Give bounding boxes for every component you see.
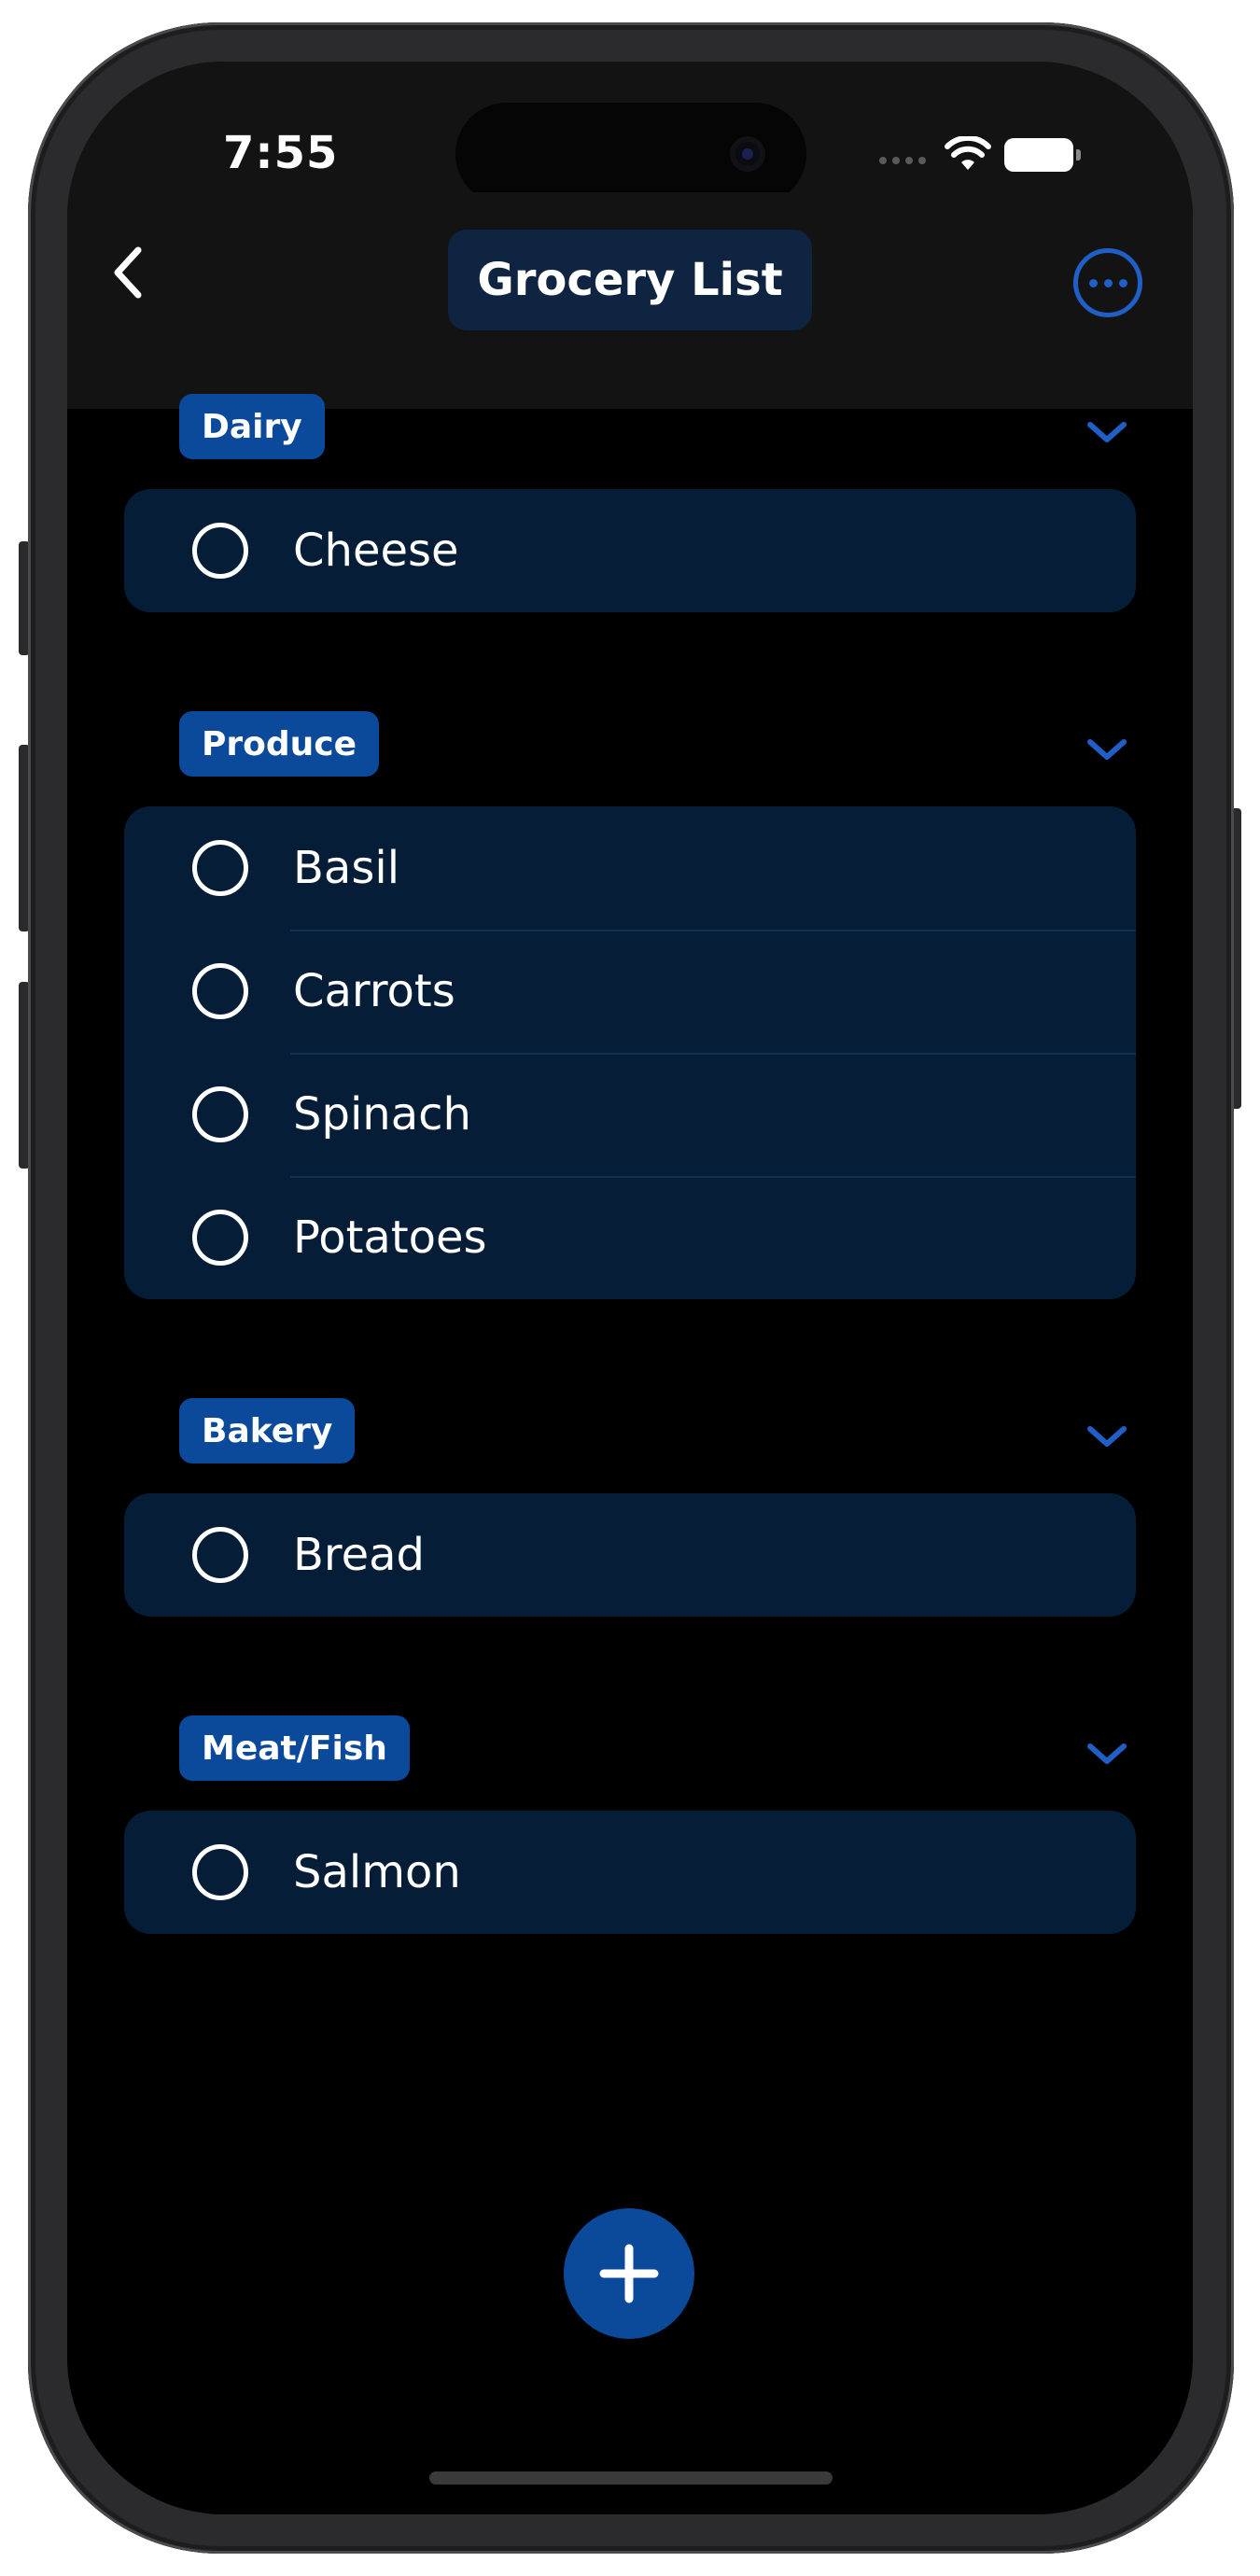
back-button[interactable] [82, 226, 175, 319]
checkbox-circle[interactable] [192, 1527, 248, 1583]
checkbox-circle[interactable] [192, 963, 248, 1019]
section-card-bakery: Bread [124, 1493, 1136, 1617]
front-camera-icon [730, 136, 765, 172]
item-label: Bread [293, 1529, 426, 1581]
ellipsis-dot [1103, 278, 1113, 287]
section-collapse-button[interactable] [1079, 1413, 1135, 1460]
ellipsis-dot [1088, 278, 1098, 287]
status-bar: 7:55 [67, 62, 1193, 205]
list-item[interactable]: Cheese [124, 489, 1136, 612]
plus-icon [599, 2244, 659, 2303]
chevron-left-icon [114, 246, 142, 299]
dynamic-island [455, 103, 806, 205]
list-item[interactable]: Bread [124, 1493, 1136, 1617]
section-tag-meat-fish[interactable]: Meat/Fish [179, 1715, 410, 1781]
section-tag-produce[interactable]: Produce [179, 711, 380, 777]
status-time: 7:55 [223, 127, 339, 179]
list-item[interactable]: Salmon [124, 1811, 1136, 1934]
home-indicator[interactable] [429, 2471, 833, 2485]
section-collapse-button[interactable] [1079, 1730, 1135, 1777]
list-item[interactable]: Basil [124, 806, 1136, 930]
chevron-down-icon [1087, 1743, 1127, 1764]
section-collapse-button[interactable] [1079, 726, 1135, 773]
section-header-dairy: Dairy [179, 394, 1135, 459]
item-label: Potatoes [293, 1211, 487, 1264]
list-item[interactable]: Spinach [124, 1053, 1136, 1176]
chevron-down-icon [1087, 739, 1127, 760]
section-header-bakery: Bakery [179, 1398, 1135, 1463]
cellular-dots-icon [879, 157, 926, 164]
page-title: Grocery List [477, 254, 783, 306]
section-card-produce: Basil Carrots Spinach Potatoes [124, 806, 1136, 1299]
section-header-produce: Produce [179, 711, 1135, 777]
ellipsis-dot [1118, 278, 1127, 287]
more-options-button[interactable] [1073, 248, 1142, 317]
checkbox-circle[interactable] [192, 1086, 248, 1142]
battery-icon [1004, 138, 1081, 172]
list-item[interactable]: Carrots [124, 930, 1136, 1053]
list-item[interactable]: Potatoes [124, 1176, 1136, 1299]
section-tag-dairy[interactable]: Dairy [179, 394, 325, 459]
item-label: Spinach [293, 1088, 471, 1141]
chevron-down-icon [1087, 422, 1127, 442]
section-collapse-button[interactable] [1079, 409, 1135, 455]
add-item-button[interactable] [564, 2208, 694, 2339]
checkbox-circle[interactable] [192, 1210, 248, 1266]
item-label: Cheese [293, 525, 459, 577]
phone-screen: 7:55 Grocery List Dairy Cheese Produce B… [67, 62, 1193, 2514]
checkbox-circle[interactable] [192, 1844, 248, 1900]
section-card-dairy: Cheese [124, 489, 1136, 612]
section-header-meat-fish: Meat/Fish [179, 1715, 1135, 1781]
wifi-icon [945, 136, 991, 170]
checkbox-circle[interactable] [192, 840, 248, 896]
section-card-meat-fish: Salmon [124, 1811, 1136, 1934]
title-pill: Grocery List [448, 230, 812, 330]
item-label: Basil [293, 842, 400, 894]
item-label: Carrots [293, 965, 455, 1017]
chevron-down-icon [1087, 1426, 1127, 1447]
checkbox-circle[interactable] [192, 523, 248, 579]
section-tag-bakery[interactable]: Bakery [179, 1398, 356, 1463]
item-label: Salmon [293, 1846, 461, 1898]
